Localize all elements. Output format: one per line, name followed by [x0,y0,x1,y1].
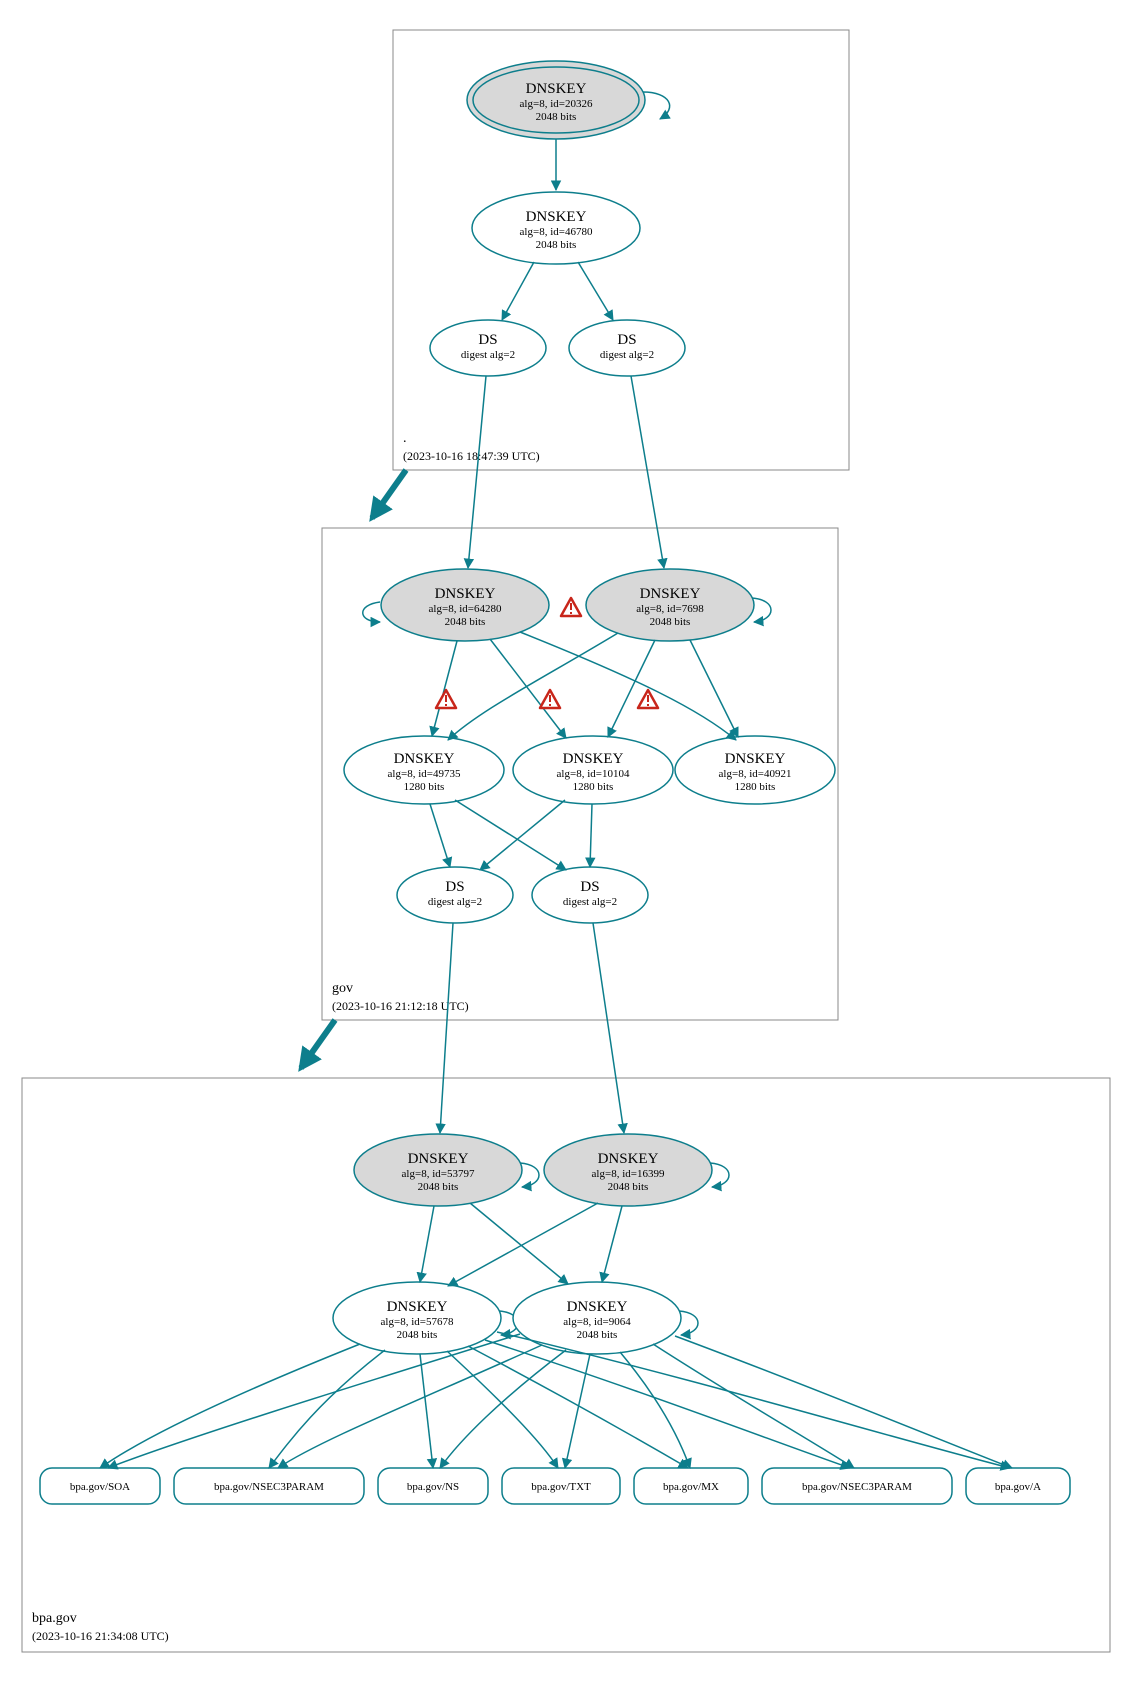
svg-text:alg=8, id=64280: alg=8, id=64280 [429,603,502,615]
svg-text:DS: DS [445,879,464,895]
svg-text:DS: DS [580,879,599,895]
svg-text:digest alg=2: digest alg=2 [563,896,617,908]
zone-bpa-name: bpa.gov [32,1611,77,1626]
node-gov-zsk1: DNSKEY alg=8, id=49735 1280 bits [344,736,504,804]
svg-text:alg=8, id=46780: alg=8, id=46780 [520,226,593,238]
node-root-ds2: DS digest alg=2 [569,320,685,376]
svg-text:alg=8, id=53797: alg=8, id=53797 [402,1168,475,1180]
node-bpa-ksk2: DNSKEY alg=8, id=16399 2048 bits [544,1134,712,1206]
svg-text:DNSKEY: DNSKEY [408,1151,469,1167]
node-gov-ds1: DS digest alg=2 [397,867,513,923]
svg-text:2048 bits: 2048 bits [536,239,577,251]
edge-root-to-gov [372,470,406,518]
rr-nsec3b: bpa.gov/NSEC3PARAM [802,1481,912,1493]
node-gov-ksk1: DNSKEY alg=8, id=64280 2048 bits [381,569,549,641]
rr-a: bpa.gov/A [995,1481,1041,1493]
svg-text:alg=8, id=20326: alg=8, id=20326 [520,98,593,110]
svg-text:DNSKEY: DNSKEY [394,751,455,767]
zone-gov-name: gov [332,981,353,996]
node-gov-ksk2: DNSKEY alg=8, id=7698 2048 bits [586,569,754,641]
svg-text:digest alg=2: digest alg=2 [461,349,515,361]
svg-text:alg=8, id=9064: alg=8, id=9064 [563,1316,631,1328]
node-gov-zsk2: DNSKEY alg=8, id=10104 1280 bits [513,736,673,804]
svg-text:alg=8, id=57678: alg=8, id=57678 [381,1316,454,1328]
svg-text:digest alg=2: digest alg=2 [428,896,482,908]
rr-row: bpa.gov/SOA bpa.gov/NSEC3PARAM bpa.gov/N… [40,1468,1070,1504]
svg-text:2048 bits: 2048 bits [536,111,577,123]
svg-text:DNSKEY: DNSKEY [435,586,496,602]
rr-ns: bpa.gov/NS [407,1481,459,1493]
svg-text:alg=8, id=16399: alg=8, id=16399 [592,1168,665,1180]
svg-text:alg=8, id=10104: alg=8, id=10104 [557,768,630,780]
node-gov-ds2: DS digest alg=2 [532,867,648,923]
node-root-ds1: DS digest alg=2 [430,320,546,376]
node-bpa-ksk1: DNSKEY alg=8, id=53797 2048 bits [354,1134,522,1206]
node-root-ksk: DNSKEY alg=8, id=20326 2048 bits [467,61,645,139]
zone-root-ts: (2023-10-16 18:47:39 UTC) [403,449,540,463]
svg-text:2048 bits: 2048 bits [445,616,486,628]
svg-text:DNSKEY: DNSKEY [640,586,701,602]
svg-text:DNSKEY: DNSKEY [567,1299,628,1315]
dnssec-diagram: . (2023-10-16 18:47:39 UTC) DNSKEY alg=8… [0,0,1132,1690]
zone-bpa-ts: (2023-10-16 21:34:08 UTC) [32,1629,169,1643]
svg-text:2048 bits: 2048 bits [608,1181,649,1193]
svg-text:alg=8, id=40921: alg=8, id=40921 [719,768,792,780]
svg-text:DNSKEY: DNSKEY [526,209,587,225]
node-root-zsk: DNSKEY alg=8, id=46780 2048 bits [472,192,640,264]
rr-nsec3a: bpa.gov/NSEC3PARAM [214,1481,324,1493]
svg-text:2048 bits: 2048 bits [577,1329,618,1341]
svg-text:1280 bits: 1280 bits [573,781,614,793]
svg-text:2048 bits: 2048 bits [397,1329,438,1341]
svg-text:DS: DS [617,332,636,348]
edge-gov-to-bpa [301,1020,335,1068]
svg-text:1280 bits: 1280 bits [404,781,445,793]
rr-mx: bpa.gov/MX [663,1481,719,1493]
svg-text:DNSKEY: DNSKEY [563,751,624,767]
svg-text:DNSKEY: DNSKEY [598,1151,659,1167]
svg-text:alg=8, id=7698: alg=8, id=7698 [636,603,704,615]
svg-text:2048 bits: 2048 bits [650,616,691,628]
svg-text:DNSKEY: DNSKEY [725,751,786,767]
node-bpa-zsk1: DNSKEY alg=8, id=57678 2048 bits [333,1282,501,1354]
node-bpa-zsk2: DNSKEY alg=8, id=9064 2048 bits [513,1282,681,1354]
rr-soa: bpa.gov/SOA [70,1481,130,1493]
svg-text:DNSKEY: DNSKEY [387,1299,448,1315]
zone-root-name: . [403,431,407,446]
svg-text:DS: DS [478,332,497,348]
svg-text:DNSKEY: DNSKEY [526,81,587,97]
rr-txt: bpa.gov/TXT [531,1481,591,1493]
node-gov-zsk3: DNSKEY alg=8, id=40921 1280 bits [675,736,835,804]
svg-text:digest alg=2: digest alg=2 [600,349,654,361]
svg-text:2048 bits: 2048 bits [418,1181,459,1193]
svg-text:alg=8, id=49735: alg=8, id=49735 [388,768,461,780]
svg-text:1280 bits: 1280 bits [735,781,776,793]
